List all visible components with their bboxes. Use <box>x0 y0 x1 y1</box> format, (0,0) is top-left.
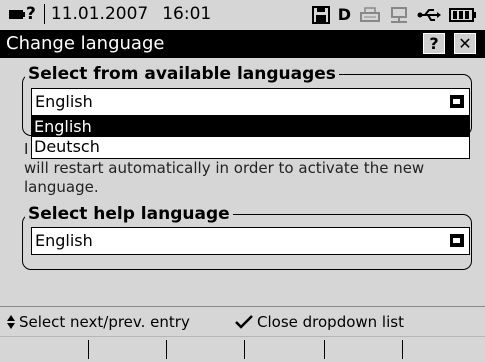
available-language-value: English <box>35 92 93 111</box>
help-button[interactable]: ? <box>423 33 445 54</box>
dropdown-option-english[interactable]: English <box>32 117 469 137</box>
title-bar: Change language ? ✕ <box>0 30 485 58</box>
status-icons: D <box>311 5 477 24</box>
drive-letter: D <box>337 5 351 24</box>
status-separator <box>43 4 45 24</box>
status-date: 11.01.2007 <box>50 4 149 24</box>
close-button[interactable]: ✕ <box>454 33 476 54</box>
save-icon <box>311 5 330 24</box>
hint-bar: Select next/prev. entry Close dropdown l… <box>0 306 485 337</box>
device-question: ? <box>26 4 36 24</box>
help-language-select[interactable]: English <box>31 227 470 255</box>
softkey-divider <box>324 340 325 359</box>
usb-icon <box>417 8 441 21</box>
battery-icon <box>449 7 476 22</box>
up-down-arrow-icon <box>7 315 15 329</box>
hint-nav-label: Select next/prev. entry <box>19 313 190 331</box>
info-text-body: will restart automatically in order to a… <box>24 159 425 196</box>
status-time: 16:01 <box>162 4 212 24</box>
help-language-legend: Select help language <box>28 204 230 224</box>
dropdown-button-icon[interactable] <box>450 95 464 108</box>
dropdown-button-icon[interactable] <box>450 234 464 247</box>
hint-close-label: Close dropdown list <box>257 313 404 331</box>
dropdown-option-deutsch[interactable]: Deutsch <box>32 137 469 157</box>
softkey-bar <box>0 336 485 362</box>
page-title: Change language <box>6 33 165 54</box>
softkey-divider <box>166 340 167 359</box>
softkey-divider <box>402 340 403 359</box>
network-icon <box>391 6 407 23</box>
available-language-select[interactable]: English <box>31 88 470 116</box>
status-left: ? 11.01.2007 16:01 <box>8 4 211 24</box>
printer-icon <box>360 6 380 22</box>
language-dropdown-list[interactable]: English Deutsch <box>31 116 470 159</box>
hint-close: Close dropdown list <box>234 313 404 331</box>
hint-nav: Select next/prev. entry <box>6 313 190 331</box>
status-bar: ? 11.01.2007 16:01 D <box>0 0 485 31</box>
softkey-divider <box>88 340 89 359</box>
checkmark-icon <box>235 315 253 329</box>
device-icon <box>9 10 25 19</box>
softkey-divider <box>244 340 245 359</box>
available-languages-legend: Select from available languages <box>28 64 336 84</box>
help-language-value: English <box>35 231 93 250</box>
